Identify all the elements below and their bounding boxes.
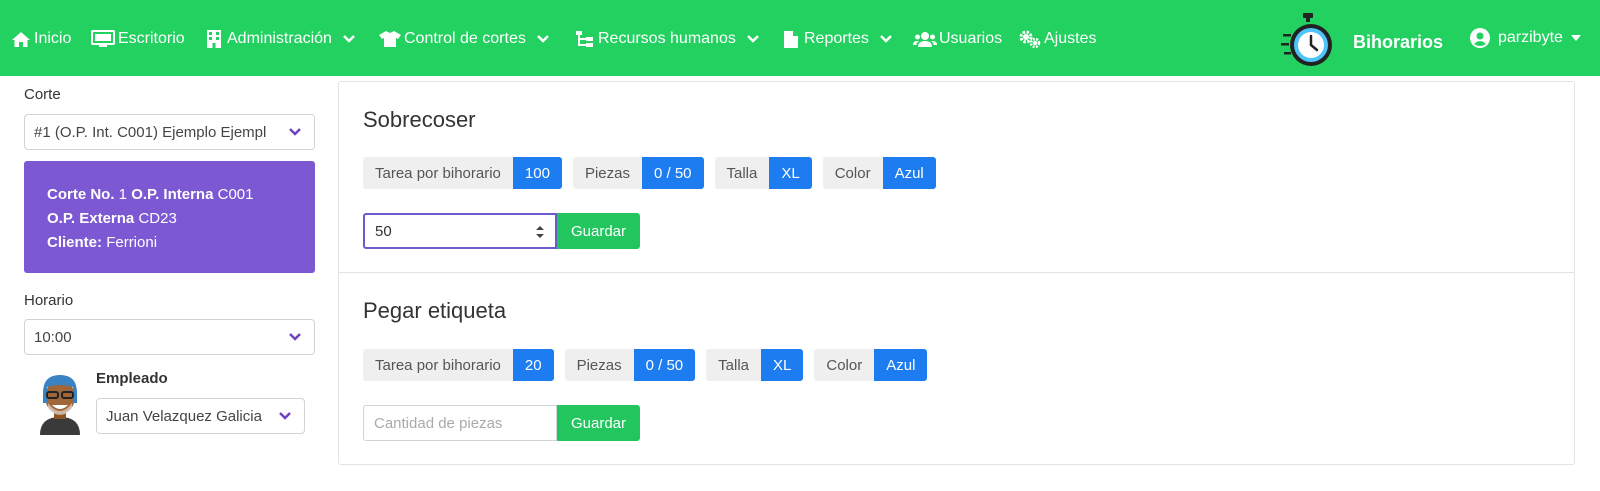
- nav-usuarios-label: Usuarios: [939, 30, 1003, 47]
- nav-administracion-label: Administración: [227, 30, 332, 47]
- cliente-value: Ferrioni: [106, 234, 158, 251]
- gears-icon: [1018, 30, 1042, 49]
- horario-label: Horario: [24, 292, 74, 309]
- user-name: parzibyte: [1498, 29, 1563, 46]
- quantity-input[interactable]: [375, 222, 515, 240]
- shirt-icon: [378, 30, 402, 48]
- horario-select-value: 10:00: [34, 328, 72, 346]
- color-badge-value: Azul: [882, 157, 936, 189]
- corte-label: Corte: [24, 86, 61, 103]
- corte-info-line-3: Cliente: Ferrioni: [47, 231, 292, 255]
- corte-select-value: #1 (O.P. Int. C001) Ejemplo Ejempl: [34, 123, 267, 141]
- chevron-down-icon: [289, 128, 301, 136]
- corte-select[interactable]: #1 (O.P. Int. C001) Ejemplo Ejempl: [24, 114, 315, 150]
- nav-escritorio-label: Escritorio: [118, 30, 185, 47]
- task-badges: Tarea por bihorario 100 Piezas 0 / 50 Ta…: [363, 157, 947, 189]
- piezas-badge: Piezas 0 / 50: [564, 349, 696, 381]
- spinner-arrows-icon[interactable]: [535, 224, 545, 240]
- nav-ajustes-label: Ajustes: [1044, 30, 1097, 47]
- op-interna-value: C001: [217, 186, 254, 203]
- chevron-down-icon: [880, 35, 892, 43]
- save-button[interactable]: Guardar: [557, 405, 640, 441]
- task-title: Pegar etiqueta: [363, 298, 507, 323]
- talla-badge-label: Talla: [714, 157, 770, 189]
- file-icon: [780, 30, 802, 48]
- chevron-down-icon: [289, 333, 301, 341]
- stopwatch-logo-icon: [1281, 13, 1332, 66]
- sitemap-icon: [574, 30, 596, 48]
- nav-ajustes[interactable]: Ajustes: [1018, 28, 1096, 50]
- color-badge: Color Azul: [814, 349, 928, 381]
- user-menu[interactable]: parzibyte: [1470, 28, 1581, 48]
- task-form: Guardar: [363, 213, 640, 249]
- building-icon: [203, 30, 225, 48]
- horario-select[interactable]: 10:00: [24, 319, 315, 355]
- caret-down-icon: [1570, 35, 1581, 41]
- tarea-badge-label: Tarea por bihorario: [363, 157, 513, 189]
- cliente-label: Cliente:: [47, 234, 103, 251]
- piezas-badge-label: Piezas: [572, 157, 642, 189]
- chevron-down-icon: [279, 412, 291, 420]
- empleado-select-value: Juan Velazquez Galicia: [106, 407, 262, 425]
- piezas-badge-value: 0 / 50: [633, 349, 696, 381]
- nav-reportes-label: Reportes: [804, 30, 869, 47]
- empleado-label: Empleado: [96, 370, 168, 387]
- quantity-input-wrapper: [363, 405, 557, 441]
- nav-recursos-humanos[interactable]: Recursos humanos: [574, 28, 760, 50]
- task-form: Guardar: [363, 405, 640, 441]
- nav-control-cortes[interactable]: Control de cortes: [378, 28, 550, 50]
- op-externa-label: O.P. Externa: [47, 210, 135, 227]
- brand-name[interactable]: Bihorarios: [1353, 32, 1443, 53]
- quantity-input[interactable]: [374, 414, 514, 432]
- nav-administracion[interactable]: Administración: [203, 28, 356, 50]
- talla-badge-value: XL: [761, 349, 804, 381]
- quantity-input-wrapper: [363, 213, 557, 249]
- desktop-icon: [90, 30, 116, 48]
- corte-no-label: Corte No.: [47, 186, 115, 203]
- users-icon: [913, 30, 937, 48]
- corte-info-line-1: Corte No. 1 O.P. Interna C001: [47, 183, 292, 207]
- nav-recursos-humanos-label: Recursos humanos: [598, 30, 736, 47]
- color-badge-label: Color: [814, 349, 875, 381]
- talla-badge-label: Talla: [706, 349, 762, 381]
- nav-usuarios[interactable]: Usuarios: [913, 28, 1002, 50]
- nav-escritorio[interactable]: Escritorio: [90, 28, 185, 50]
- employee-avatar-icon: [40, 375, 80, 435]
- save-button[interactable]: Guardar: [557, 213, 640, 249]
- op-externa-value: CD23: [138, 210, 177, 227]
- piezas-badge-label: Piezas: [564, 349, 634, 381]
- piezas-badge: Piezas 0 / 50: [572, 157, 704, 189]
- color-badge: Color Azul: [822, 157, 936, 189]
- talla-badge: Talla XL: [706, 349, 804, 381]
- corte-no-value: 1: [118, 186, 128, 203]
- nav-inicio[interactable]: Inicio: [10, 28, 71, 50]
- chevron-down-icon: [343, 35, 355, 43]
- tarea-badge: Tarea por bihorario 20: [363, 349, 554, 381]
- top-navbar: Inicio Escritorio Administración Control…: [0, 0, 1600, 76]
- empleado-select[interactable]: Juan Velazquez Galicia: [96, 398, 305, 434]
- chevron-down-icon: [536, 35, 549, 43]
- nav-reportes[interactable]: Reportes: [780, 28, 893, 50]
- chevron-down-icon: [746, 35, 759, 43]
- tarea-badge-label: Tarea por bihorario: [363, 349, 513, 381]
- task-divider: [339, 272, 1574, 273]
- task-badges: Tarea por bihorario 20 Piezas 0 / 50 Tal…: [363, 349, 938, 381]
- nav-control-cortes-label: Control de cortes: [404, 30, 526, 47]
- nav-inicio-label: Inicio: [34, 30, 72, 47]
- corte-info-card: Corte No. 1 O.P. Interna C001 O.P. Exter…: [24, 161, 315, 273]
- talla-badge: Talla XL: [714, 157, 812, 189]
- tarea-badge-value: 100: [512, 157, 562, 189]
- corte-info-line-2: O.P. Externa CD23: [47, 207, 292, 231]
- tarea-badge: Tarea por bihorario 100: [363, 157, 562, 189]
- task-title: Sobrecoser: [363, 107, 476, 132]
- piezas-badge-value: 0 / 50: [641, 157, 704, 189]
- color-badge-value: Azul: [874, 349, 928, 381]
- home-icon: [10, 30, 32, 48]
- tarea-badge-value: 20: [512, 349, 554, 381]
- user-circle-icon: [1470, 28, 1490, 48]
- talla-badge-value: XL: [769, 157, 812, 189]
- color-badge-label: Color: [822, 157, 883, 189]
- op-interna-label: O.P. Interna: [131, 186, 214, 203]
